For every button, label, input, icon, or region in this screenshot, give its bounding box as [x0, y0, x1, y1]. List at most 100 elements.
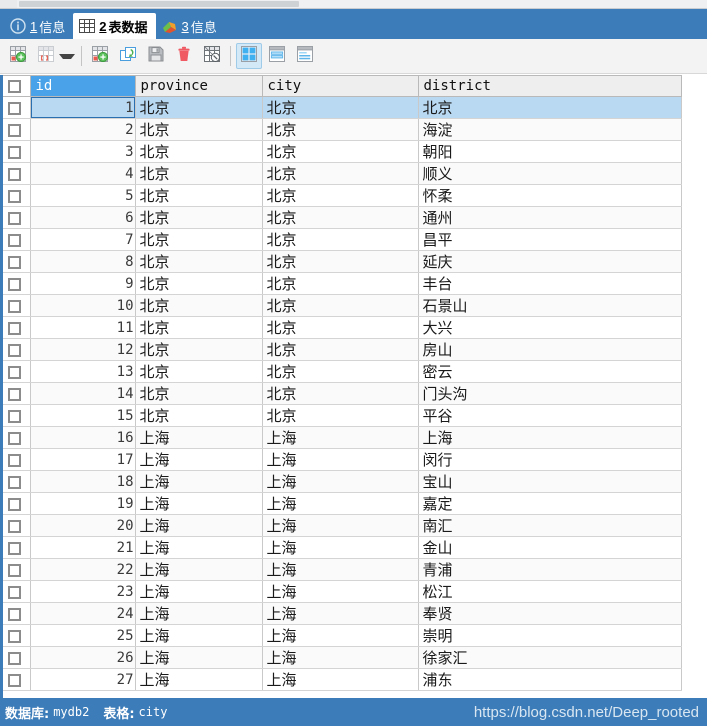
cell-province[interactable]: 上海	[135, 558, 263, 581]
cell-city[interactable]: 北京	[262, 140, 419, 163]
table-row[interactable]: 8 北京 北京 延庆	[0, 250, 682, 273]
cell-city[interactable]: 上海	[262, 580, 419, 603]
cell-id[interactable]: 11	[30, 316, 136, 339]
cell-province[interactable]: 上海	[135, 426, 263, 449]
checkbox-unchecked-icon[interactable]	[8, 629, 22, 643]
cell-city[interactable]: 上海	[262, 646, 419, 669]
checkbox-unchecked-icon[interactable]	[8, 145, 22, 159]
grid-view-button[interactable]	[236, 43, 262, 69]
checkbox-unchecked-icon[interactable]	[8, 167, 22, 181]
row-select-checkbox-cell[interactable]	[0, 426, 31, 449]
table-row[interactable]: 1 北京 北京 北京	[0, 96, 682, 119]
cell-province[interactable]: 上海	[135, 602, 263, 625]
row-select-checkbox-cell[interactable]	[0, 492, 31, 515]
cell-id[interactable]: 2	[30, 118, 136, 141]
row-select-checkbox-cell[interactable]	[0, 470, 31, 493]
data-grid-container[interactable]: id province city district 1 北京 北京 北京 2 北京 北京 海淀 3 北京…	[0, 75, 707, 698]
cell-province[interactable]: 上海	[135, 448, 263, 471]
cell-district[interactable]: 松江	[418, 580, 682, 603]
cell-province[interactable]: 北京	[135, 250, 263, 273]
cell-city[interactable]: 上海	[262, 470, 419, 493]
cell-city[interactable]: 北京	[262, 184, 419, 207]
cell-province[interactable]: 北京	[135, 360, 263, 383]
duplicate-record-button[interactable]	[87, 43, 113, 69]
table-row[interactable]: 14 北京 北京 门头沟	[0, 382, 682, 405]
row-select-checkbox-cell[interactable]	[0, 228, 31, 251]
cell-district[interactable]: 闵行	[418, 448, 682, 471]
cell-district[interactable]: 昌平	[418, 228, 682, 251]
checkbox-unchecked-icon[interactable]	[8, 475, 22, 489]
checkbox-unchecked-icon[interactable]	[8, 299, 22, 313]
cell-city[interactable]: 北京	[262, 360, 419, 383]
column-header-district[interactable]: district	[418, 75, 682, 97]
table-row[interactable]: 13 北京 北京 密云	[0, 360, 682, 383]
cell-city[interactable]: 北京	[262, 162, 419, 185]
cell-province[interactable]: 上海	[135, 492, 263, 515]
row-select-checkbox-cell[interactable]	[0, 272, 31, 295]
checkbox-unchecked-icon[interactable]	[8, 651, 22, 665]
cell-id[interactable]: 20	[30, 514, 136, 537]
cell-id[interactable]: 19	[30, 492, 136, 515]
cell-city[interactable]: 上海	[262, 448, 419, 471]
checkbox-unchecked-icon[interactable]	[8, 233, 22, 247]
table-row[interactable]: 18 上海 上海 宝山	[0, 470, 682, 493]
checkbox-unchecked-icon[interactable]	[8, 343, 22, 357]
top-horizontal-scrollbar[interactable]	[0, 0, 707, 9]
cell-id[interactable]: 15	[30, 404, 136, 427]
cell-id[interactable]: 14	[30, 382, 136, 405]
add-record-button[interactable]	[5, 43, 31, 69]
table-row[interactable]: 24 上海 上海 奉贤	[0, 602, 682, 625]
cell-city[interactable]: 北京	[262, 228, 419, 251]
cell-id[interactable]: 17	[30, 448, 136, 471]
cell-province[interactable]: 北京	[135, 338, 263, 361]
cell-city[interactable]: 上海	[262, 668, 419, 691]
cell-district[interactable]: 丰台	[418, 272, 682, 295]
cell-province[interactable]: 北京	[135, 228, 263, 251]
cell-district[interactable]: 延庆	[418, 250, 682, 273]
checkbox-unchecked-icon[interactable]	[8, 541, 22, 555]
cell-district[interactable]: 顺义	[418, 162, 682, 185]
cell-province[interactable]: 北京	[135, 272, 263, 295]
cell-district[interactable]: 平谷	[418, 404, 682, 427]
cell-province[interactable]: 上海	[135, 624, 263, 647]
table-row[interactable]: 12 北京 北京 房山	[0, 338, 682, 361]
cell-city[interactable]: 北京	[262, 382, 419, 405]
cell-city[interactable]: 上海	[262, 624, 419, 647]
cell-district[interactable]: 北京	[418, 96, 682, 119]
cell-province[interactable]: 北京	[135, 184, 263, 207]
row-select-checkbox-cell[interactable]	[0, 338, 31, 361]
column-header-province[interactable]: province	[135, 75, 263, 97]
cell-id[interactable]: 16	[30, 426, 136, 449]
column-header-id[interactable]: id	[30, 75, 136, 97]
cell-city[interactable]: 北京	[262, 316, 419, 339]
cell-district[interactable]: 海淀	[418, 118, 682, 141]
cell-city[interactable]: 上海	[262, 426, 419, 449]
cell-city[interactable]: 北京	[262, 404, 419, 427]
refresh-button[interactable]	[115, 43, 141, 69]
checkbox-unchecked-icon[interactable]	[8, 365, 22, 379]
cell-district[interactable]: 青浦	[418, 558, 682, 581]
table-row[interactable]: 23 上海 上海 松江	[0, 580, 682, 603]
row-select-checkbox-cell[interactable]	[0, 646, 31, 669]
cell-city[interactable]: 北京	[262, 272, 419, 295]
cell-district[interactable]: 奉贤	[418, 602, 682, 625]
checkbox-unchecked-icon[interactable]	[8, 79, 22, 93]
row-select-checkbox-cell[interactable]	[0, 250, 31, 273]
table-row[interactable]: 4 北京 北京 顺义	[0, 162, 682, 185]
checkbox-unchecked-icon[interactable]	[8, 189, 22, 203]
checkbox-unchecked-icon[interactable]	[8, 453, 22, 467]
cell-id[interactable]: 4	[30, 162, 136, 185]
row-select-checkbox-cell[interactable]	[0, 118, 31, 141]
row-select-checkbox-cell[interactable]	[0, 404, 31, 427]
table-row[interactable]: 3 北京 北京 朝阳	[0, 140, 682, 163]
row-select-checkbox-cell[interactable]	[0, 624, 31, 647]
cell-id[interactable]: 21	[30, 536, 136, 559]
cell-district[interactable]: 怀柔	[418, 184, 682, 207]
cell-id[interactable]: 8	[30, 250, 136, 273]
row-select-checkbox-cell[interactable]	[0, 514, 31, 537]
row-select-checkbox-cell[interactable]	[0, 668, 31, 691]
checkbox-unchecked-icon[interactable]	[8, 123, 22, 137]
checkbox-unchecked-icon[interactable]	[8, 321, 22, 335]
row-select-checkbox-cell[interactable]	[0, 536, 31, 559]
cell-province[interactable]: 北京	[135, 294, 263, 317]
